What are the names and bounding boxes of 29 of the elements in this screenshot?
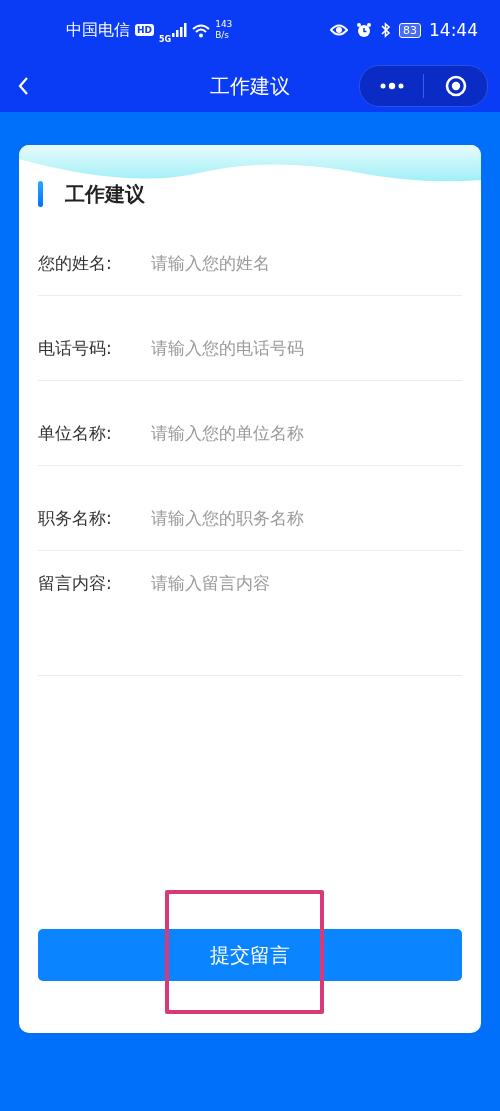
- input-field[interactable]: 请输入您的姓名: [151, 251, 462, 275]
- submit-button[interactable]: 提交留言: [38, 929, 462, 981]
- page-title: 工作建议: [209, 72, 291, 100]
- section-title: 工作建议: [65, 180, 145, 208]
- hd-badge: HD: [135, 24, 154, 36]
- more-icon: [379, 82, 404, 90]
- bluetooth-icon: [380, 22, 391, 38]
- message-field[interactable]: 请输入留言内容: [151, 571, 462, 651]
- field-label: 单位名称:: [38, 422, 113, 445]
- title-accent-bar: [38, 181, 43, 207]
- field-label: 留言内容:: [38, 572, 113, 595]
- network-type: 5G: [159, 34, 172, 44]
- carrier-name: 中国电信: [66, 19, 130, 41]
- speed-unit: B/s: [215, 30, 231, 41]
- target-icon: [444, 75, 467, 97]
- field-label: 职务名称:: [38, 507, 113, 530]
- back-icon: [18, 77, 29, 95]
- field-label: 电话号码:: [38, 337, 113, 360]
- alarm-icon: [356, 22, 372, 38]
- clock-time: 14:44: [429, 20, 478, 40]
- wifi-icon: [192, 22, 211, 38]
- input-field[interactable]: 请输入您的职务名称: [151, 506, 462, 530]
- input-field[interactable]: 请输入您的单位名称: [151, 421, 462, 445]
- field-label: 您的姓名:: [38, 252, 113, 275]
- eye-icon: [330, 23, 348, 37]
- speed-value: 143: [215, 19, 233, 30]
- battery-level: 83: [399, 22, 421, 38]
- signal-icon: [172, 23, 188, 37]
- input-field[interactable]: 请输入您的电话号码: [151, 336, 462, 360]
